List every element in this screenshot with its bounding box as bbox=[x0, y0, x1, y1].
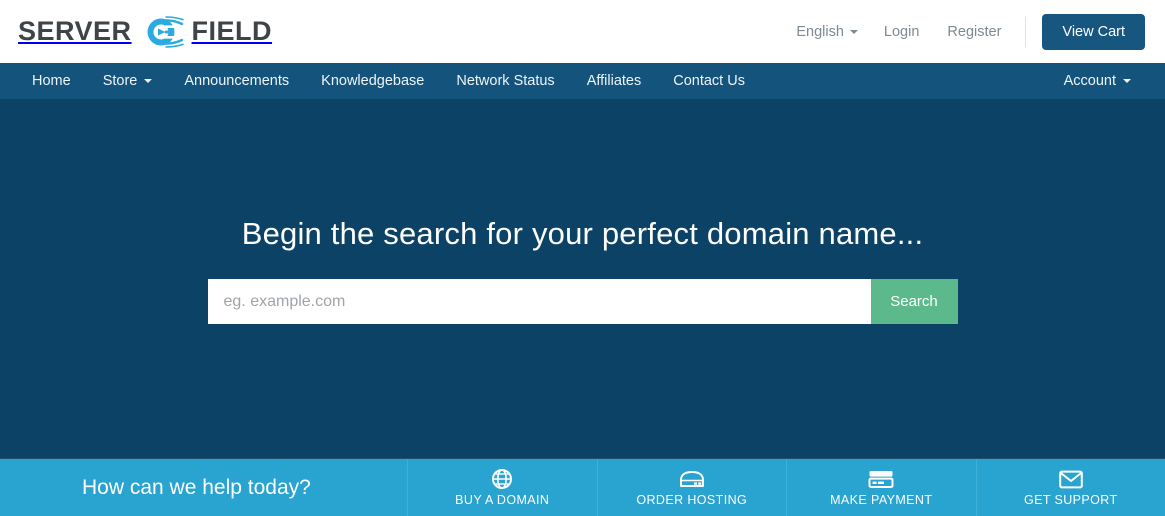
nav-label: Affiliates bbox=[586, 73, 642, 89]
nav-item-store[interactable]: Store bbox=[87, 63, 169, 99]
help-action-label: ORDER HOSTING bbox=[636, 493, 748, 507]
language-label: English bbox=[796, 23, 844, 40]
top-bar: SERVER FIELD English Login Register View… bbox=[0, 0, 1165, 63]
help-bar: How can we help today? BUY A DOMAIN ORDE… bbox=[0, 458, 1165, 516]
top-bar-divider bbox=[1025, 16, 1027, 47]
nav-item-contact-us[interactable]: Contact Us bbox=[657, 63, 761, 99]
register-link[interactable]: Register bbox=[933, 24, 1015, 40]
nav-label: Store bbox=[102, 73, 138, 89]
nav-label: Home bbox=[32, 73, 71, 89]
help-bar-title: How can we help today? bbox=[0, 459, 408, 516]
language-selector[interactable]: English bbox=[782, 24, 870, 40]
logo-text-field: FIELD bbox=[191, 16, 273, 46]
page-root: SERVER FIELD English Login Register View… bbox=[0, 0, 1165, 516]
help-action-label: GET SUPPORT bbox=[1023, 493, 1118, 507]
hero-section: Begin the search for your perfect domain… bbox=[0, 99, 1165, 458]
nav-item-account[interactable]: Account bbox=[1048, 63, 1147, 99]
envelope-icon bbox=[1058, 468, 1083, 490]
help-action-get-support[interactable]: GET SUPPORT bbox=[977, 459, 1165, 516]
logo-mark-icon bbox=[147, 15, 184, 48]
nav-label: Account bbox=[1063, 73, 1116, 89]
hero-title: Begin the search for your perfect domain… bbox=[241, 216, 924, 251]
nav-label: Network Status bbox=[456, 73, 555, 89]
nav-item-announcements[interactable]: Announcements bbox=[168, 63, 305, 99]
logo-text-server: SERVER bbox=[18, 16, 132, 46]
nav-label: Announcements bbox=[184, 73, 290, 89]
server-icon bbox=[679, 468, 705, 490]
top-bar-right: English Login Register View Cart bbox=[782, 13, 1145, 50]
nav-item-network-status[interactable]: Network Status bbox=[440, 63, 570, 99]
login-link[interactable]: Login bbox=[870, 24, 933, 40]
nav-label: Knowledgebase bbox=[321, 73, 425, 89]
site-logo[interactable]: SERVER FIELD bbox=[18, 12, 272, 52]
nav-items: Home Store Announcements Knowledgebase N… bbox=[20, 63, 761, 99]
help-action-buy-a-domain[interactable]: BUY A DOMAIN bbox=[408, 459, 598, 516]
help-bar-actions: BUY A DOMAIN ORDER HOSTING MAKE PAYMENT … bbox=[408, 459, 1165, 516]
help-action-label: MAKE PAYMENT bbox=[830, 493, 933, 507]
chevron-down-icon bbox=[849, 29, 858, 34]
main-navigation: Home Store Announcements Knowledgebase N… bbox=[0, 63, 1165, 99]
nav-item-home[interactable]: Home bbox=[20, 63, 87, 99]
credit-card-icon bbox=[868, 468, 894, 490]
help-action-make-payment[interactable]: MAKE PAYMENT bbox=[787, 459, 977, 516]
help-action-order-hosting[interactable]: ORDER HOSTING bbox=[598, 459, 787, 516]
view-cart-button[interactable]: View Cart bbox=[1042, 13, 1145, 50]
globe-icon bbox=[491, 468, 513, 490]
nav-label: Contact Us bbox=[673, 73, 745, 89]
chevron-down-icon bbox=[144, 79, 153, 83]
domain-search-input[interactable] bbox=[207, 279, 871, 324]
help-action-label: BUY A DOMAIN bbox=[455, 493, 550, 507]
domain-search-form: Search bbox=[207, 279, 958, 324]
nav-item-knowledgebase[interactable]: Knowledgebase bbox=[305, 63, 440, 99]
domain-search-button[interactable]: Search bbox=[870, 279, 958, 324]
nav-item-affiliates[interactable]: Affiliates bbox=[571, 63, 658, 99]
chevron-down-icon bbox=[1123, 79, 1131, 83]
